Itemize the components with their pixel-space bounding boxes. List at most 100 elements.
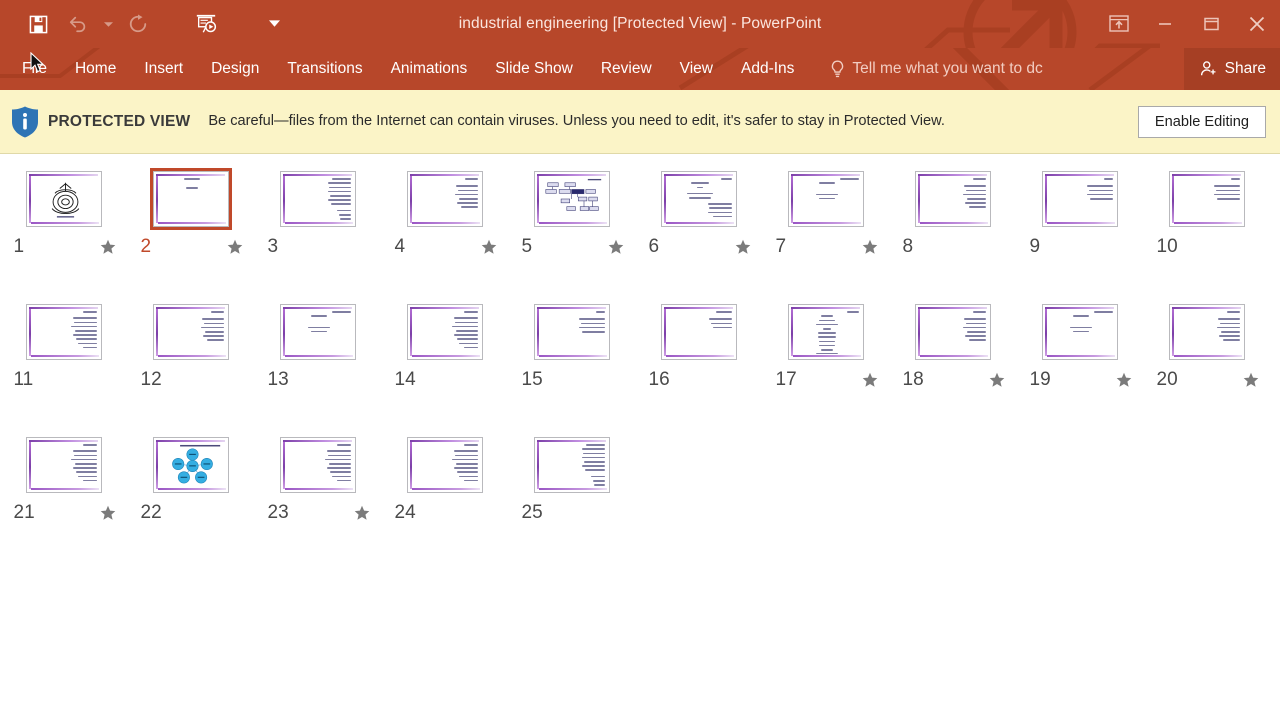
- slide-thumbnail-item[interactable]: 1: [0, 168, 127, 301]
- slide-meta: 8: [899, 237, 1007, 256]
- share-button[interactable]: Share: [1183, 48, 1280, 90]
- thumbnail-text-line: [707, 203, 732, 205]
- slide-thumbnail-item[interactable]: 8: [889, 168, 1016, 301]
- slide-thumbnail-item[interactable]: 17: [762, 301, 889, 434]
- slide-thumbnail[interactable]: [785, 301, 867, 363]
- slide-thumbnail-item[interactable]: 23: [254, 434, 381, 567]
- tab-insert[interactable]: Insert: [130, 54, 197, 84]
- slide-thumbnail[interactable]: [404, 301, 486, 363]
- slide-meta: 25: [518, 503, 626, 522]
- close-icon[interactable]: [1234, 4, 1280, 44]
- slide-thumbnail-item[interactable]: 24: [381, 434, 508, 567]
- slide-thumbnail[interactable]: [23, 301, 105, 363]
- slide-thumbnail[interactable]: [277, 301, 359, 363]
- slide-thumbnail-content: [542, 177, 605, 221]
- slide-thumbnail-item[interactable]: 4: [381, 168, 508, 301]
- undo-dropdown-icon[interactable]: [98, 5, 118, 43]
- undo-icon[interactable]: [58, 5, 98, 43]
- slide-thumbnail[interactable]: [23, 168, 105, 230]
- thumbnail-text-line: [962, 326, 986, 329]
- tab-design[interactable]: Design: [197, 54, 273, 84]
- save-icon[interactable]: [18, 5, 58, 43]
- slide-thumbnail[interactable]: [1166, 168, 1248, 230]
- minimize-icon[interactable]: [1142, 4, 1188, 44]
- slide-thumbnail[interactable]: [23, 434, 105, 496]
- tab-add-ins[interactable]: Add-Ins: [727, 54, 808, 84]
- thumbnail-text-line: [965, 189, 986, 192]
- slide-sorter-pane[interactable]: 1 2 3 4 5 6 7 8 9 10 11 12 13 14 15 16 17 18 19 20 21 22 23 24 2…: [0, 154, 1280, 720]
- tell-me-search[interactable]: Tell me what you want to dc: [830, 59, 1043, 79]
- slide-thumbnail-item[interactable]: 19: [1016, 301, 1143, 434]
- slide-animation-star-icon[interactable]: [735, 239, 751, 255]
- slide-preview: [152, 171, 229, 227]
- restore-icon[interactable]: [1188, 4, 1234, 44]
- slide-thumbnail-item[interactable]: 5: [508, 168, 635, 301]
- tab-home[interactable]: Home: [61, 54, 130, 84]
- thumbnail-text-line: [816, 193, 838, 196]
- slide-thumbnail[interactable]: [531, 434, 613, 496]
- slide-thumbnail-item[interactable]: 2: [127, 168, 254, 301]
- slide-thumbnail[interactable]: [404, 434, 486, 496]
- slide-animation-star-icon[interactable]: [100, 505, 116, 521]
- slide-thumbnail-item[interactable]: 25: [508, 434, 635, 567]
- tab-review[interactable]: Review: [587, 54, 666, 84]
- thumbnail-text-line: [73, 467, 97, 469]
- slide-thumbnail-item[interactable]: 12: [127, 301, 254, 434]
- slide-thumbnail-item[interactable]: 20: [1143, 301, 1270, 434]
- start-from-beginning-icon[interactable]: [186, 5, 226, 43]
- ribbon-tab-strip: File Home Insert Design Transitions Anim…: [0, 48, 1280, 90]
- slide-animation-star-icon[interactable]: [481, 239, 497, 255]
- slide-thumbnail[interactable]: [1039, 301, 1121, 363]
- tell-me-label: Tell me what you want to dc: [852, 60, 1043, 77]
- slide-animation-star-icon[interactable]: [354, 505, 370, 521]
- slide-thumbnail-item[interactable]: 7: [762, 168, 889, 301]
- slide-thumbnail-item[interactable]: 16: [635, 301, 762, 434]
- slide-animation-star-icon[interactable]: [608, 239, 624, 255]
- slide-animation-star-icon[interactable]: [1116, 372, 1132, 388]
- tab-slide-show[interactable]: Slide Show: [481, 54, 587, 84]
- slide-thumbnail-item[interactable]: 6: [635, 168, 762, 301]
- slide-thumbnail[interactable]: [658, 301, 740, 363]
- slide-thumbnail-item[interactable]: 9: [1016, 168, 1143, 301]
- slide-thumbnail[interactable]: [658, 168, 740, 230]
- slide-animation-star-icon[interactable]: [862, 239, 878, 255]
- slide-thumbnail-item[interactable]: 3: [254, 168, 381, 301]
- slide-animation-star-icon[interactable]: [1243, 372, 1259, 388]
- slide-thumbnail[interactable]: [404, 168, 486, 230]
- slide-thumbnail-item[interactable]: 22: [127, 434, 254, 567]
- slide-number: 11: [13, 369, 34, 390]
- slide-thumbnail[interactable]: [531, 168, 613, 230]
- slide-animation-star-icon[interactable]: [989, 372, 1005, 388]
- tab-animations[interactable]: Animations: [377, 54, 482, 84]
- slide-thumbnail[interactable]: [1166, 301, 1248, 363]
- slide-animation-star-icon[interactable]: [100, 239, 116, 255]
- customize-quick-access-toolbar-icon[interactable]: [264, 5, 284, 43]
- slide-preview: [787, 171, 864, 227]
- slide-thumbnail-item[interactable]: 10: [1143, 168, 1270, 301]
- slide-thumbnail-item[interactable]: 13: [254, 301, 381, 434]
- slide-thumbnail-item[interactable]: 15: [508, 301, 635, 434]
- enable-editing-button[interactable]: Enable Editing: [1137, 105, 1266, 138]
- slide-thumbnail-item[interactable]: 14: [381, 301, 508, 434]
- tab-transitions[interactable]: Transitions: [273, 54, 376, 84]
- tab-file[interactable]: File: [0, 54, 61, 84]
- slide-thumbnail[interactable]: [912, 301, 994, 363]
- slide-animation-star-icon[interactable]: [862, 372, 878, 388]
- slide-thumbnail[interactable]: [277, 168, 359, 230]
- slide-thumbnail[interactable]: [277, 434, 359, 496]
- slide-thumbnail-selected[interactable]: [149, 168, 232, 230]
- slide-thumbnail[interactable]: [150, 434, 232, 496]
- slide-thumbnail-item[interactable]: 11: [0, 301, 127, 434]
- slide-thumbnail-item[interactable]: 21: [0, 434, 127, 567]
- redo-icon[interactable]: [118, 5, 158, 43]
- slide-thumbnail[interactable]: [150, 301, 232, 363]
- slide-animation-star-icon[interactable]: [227, 239, 243, 255]
- ribbon-display-options-icon[interactable]: [1096, 4, 1142, 44]
- slide-thumbnail[interactable]: [785, 168, 867, 230]
- slide-accent-bar: [665, 355, 734, 357]
- slide-thumbnail[interactable]: [531, 301, 613, 363]
- slide-thumbnail[interactable]: [912, 168, 994, 230]
- slide-thumbnail-item[interactable]: 18: [889, 301, 1016, 434]
- slide-thumbnail[interactable]: [1039, 168, 1121, 230]
- tab-view[interactable]: View: [666, 54, 727, 84]
